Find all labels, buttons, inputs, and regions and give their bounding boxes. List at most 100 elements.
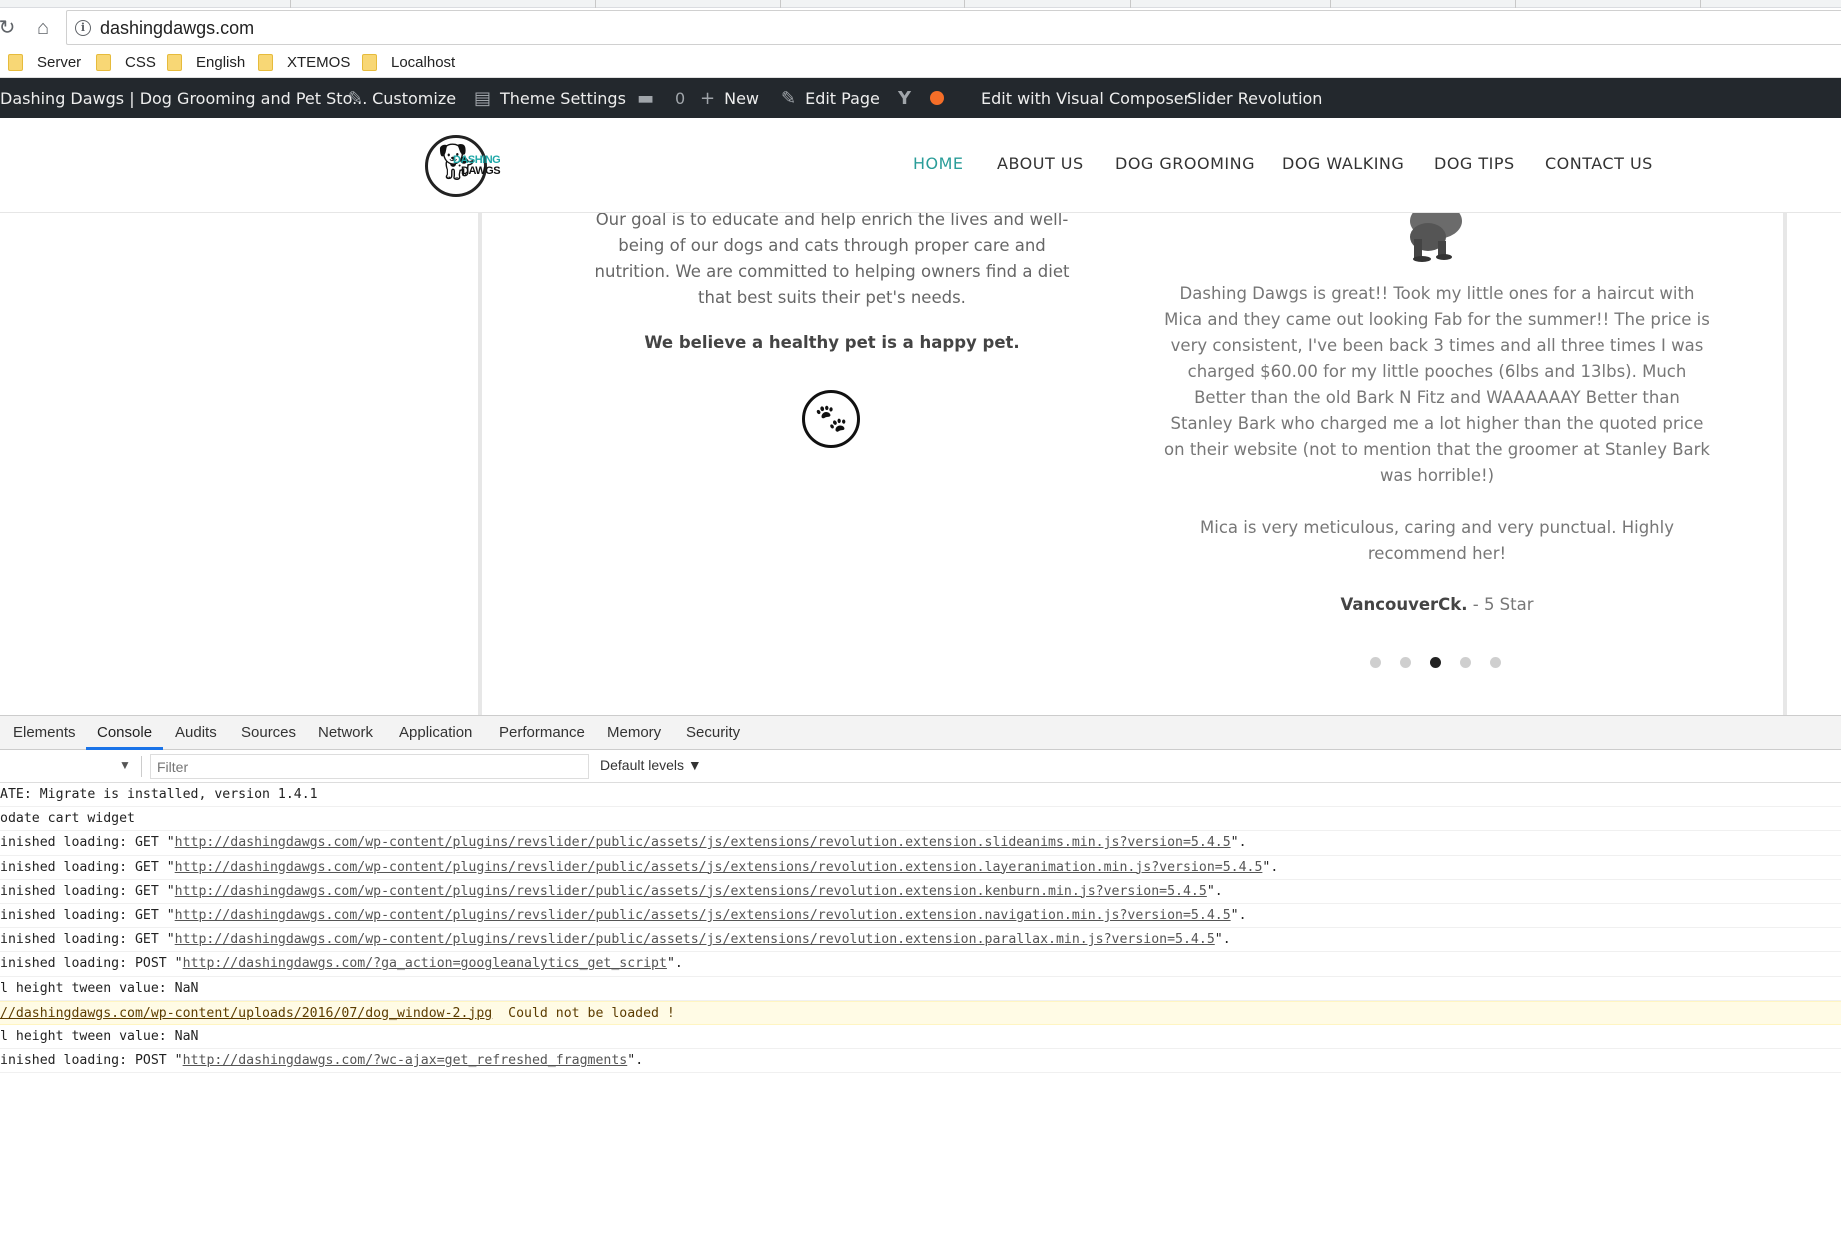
edit-page-label: Edit Page <box>805 88 880 108</box>
tab-security[interactable]: Security <box>686 716 740 750</box>
bookmark-css[interactable]: CSS <box>96 50 156 74</box>
tab-console[interactable]: Console <box>86 716 164 750</box>
console-log-line: inished loading: GET "http://dashingdawg… <box>0 904 1841 929</box>
console-link[interactable]: http://dashingdawgs.com/wp-content/plugi… <box>175 932 1215 947</box>
slider-dot[interactable] <box>1370 657 1381 668</box>
nav-dog-tips[interactable]: DOG TIPS <box>1434 154 1515 173</box>
tab-divider <box>1130 0 1131 8</box>
folder-icon <box>362 53 377 71</box>
folder-icon <box>8 53 23 71</box>
levels-label: Default levels <box>600 757 685 773</box>
console-link[interactable]: http://dashingdawgs.com/wp-content/plugi… <box>175 884 1207 899</box>
site-info-icon[interactable]: i <box>75 20 91 36</box>
pencil-icon: ✎ <box>781 87 797 109</box>
tab-memory[interactable]: Memory <box>607 716 661 750</box>
toolbar-divider <box>141 756 142 777</box>
bookmark-server[interactable]: Server <box>8 50 81 74</box>
console-link[interactable]: http://dashingdawgs.com/?wc-ajax=get_ref… <box>183 1053 628 1068</box>
tab-divider <box>964 0 965 8</box>
console-link[interactable]: http://dashingdawgs.com/?ga_action=googl… <box>183 956 667 971</box>
console-text: ". <box>1214 932 1231 948</box>
bookmark-xtemos[interactable]: XTEMOS <box>258 50 350 74</box>
console-text: inished loading: GET " <box>0 907 175 923</box>
console-text: inished loading: POST " <box>0 956 183 972</box>
admin-edit-page[interactable]: ✎ Edit Page <box>781 78 880 118</box>
tab-divider <box>290 0 291 8</box>
mission-text: Our goal is to educate and help enrich t… <box>594 213 1070 307</box>
tab-sources[interactable]: Sources <box>241 716 296 750</box>
bookmark-english[interactable]: English <box>167 50 245 74</box>
bookmark-label: English <box>196 53 246 71</box>
console-log-line: inished loading: POST "http://dashingdaw… <box>0 1049 1841 1074</box>
seo-status-dot <box>930 91 945 105</box>
page-content: Our goal is to educate and help enrich t… <box>0 213 1841 715</box>
folder-icon <box>258 53 273 71</box>
visual-composer-label: Edit with Visual Composer <box>981 88 1191 108</box>
tab-elements[interactable]: Elements <box>13 716 76 750</box>
admin-new[interactable]: + New <box>700 78 759 118</box>
home-icon[interactable]: ⌂ <box>34 18 52 38</box>
nav-contact-us[interactable]: CONTACT US <box>1545 154 1653 173</box>
console-log-line: l height tween value: NaN <box>0 977 1841 1001</box>
yoast-icon: Y <box>898 87 912 109</box>
tab-audits[interactable]: Audits <box>175 716 217 750</box>
comments-count: 0 <box>675 88 686 108</box>
tab-divider <box>1700 0 1701 8</box>
console-text: ". <box>666 956 683 972</box>
reload-icon[interactable]: ↻ <box>0 18 16 38</box>
admin-slider-revolution[interactable]: Slider Revolution <box>1187 78 1322 118</box>
logo-text: DASHING DAWGS <box>453 155 501 177</box>
admin-theme-settings[interactable]: ▤ Theme Settings <box>474 78 626 118</box>
devtools-tabs: Elements Console Audits Sources Network … <box>0 716 1841 750</box>
folder-icon <box>167 53 182 71</box>
console-link[interactable]: //dashingdawgs.com/wp-content/uploads/20… <box>0 1006 492 1021</box>
believe-text: We believe a healthy pet is a happy pet. <box>644 333 1020 352</box>
tab-divider <box>595 0 596 8</box>
tab-divider <box>780 0 781 8</box>
folder-open-icon: ▤ <box>474 87 492 109</box>
console-filter-input[interactable] <box>150 754 589 779</box>
testimonial-text-2: Mica is very meticulous, caring and very… <box>1200 518 1674 563</box>
slider-dot[interactable] <box>1460 657 1471 668</box>
slider-dot[interactable] <box>1490 657 1501 668</box>
site-logo[interactable]: 🐕︎ DASHING DAWGS <box>425 133 501 199</box>
console-link[interactable]: http://dashingdawgs.com/wp-content/plugi… <box>175 860 1263 875</box>
column-divider <box>1783 213 1787 715</box>
console-link[interactable]: http://dashingdawgs.com/wp-content/plugi… <box>175 835 1231 850</box>
console-link[interactable]: http://dashingdawgs.com/wp-content/plugi… <box>175 908 1231 923</box>
wp-admin-bar: Dashing Dawgs | Dog Grooming and Pet Sto… <box>0 78 1841 118</box>
nav-dog-grooming[interactable]: DOG GROOMING <box>1115 154 1255 173</box>
tab-application[interactable]: Application <box>399 716 472 750</box>
console-text: l height tween value: NaN <box>0 1028 199 1044</box>
console-text: ATE: Migrate is installed, version 1.4.1 <box>0 787 318 802</box>
console-text: ". <box>1262 859 1279 875</box>
address-bar-row: ↻ ⌂ i dashingdawgs.com <box>0 8 1841 48</box>
console-log-line: ATE: Migrate is installed, version 1.4.1 <box>0 783 1841 808</box>
url-input[interactable]: i dashingdawgs.com <box>66 10 1841 45</box>
slider-dot[interactable] <box>1430 657 1441 668</box>
context-dropdown-icon[interactable]: ▼ <box>119 758 131 772</box>
admin-comments[interactable]: ▬ 0 <box>637 78 685 118</box>
console-log-line: inished loading: GET "http://dashingdawg… <box>0 831 1841 856</box>
tab-network[interactable]: Network <box>318 716 373 750</box>
nav-dog-walking[interactable]: DOG WALKING <box>1282 154 1404 173</box>
admin-customize[interactable]: ✎ Customize <box>348 78 456 118</box>
paw-icon: 🐾︎ <box>802 390 860 448</box>
log-levels-dropdown[interactable]: Default levels ▼ <box>600 757 702 773</box>
bookmark-label: Localhost <box>391 53 456 71</box>
plus-icon: + <box>700 87 716 109</box>
console-text: inished loading: POST " <box>0 1053 183 1069</box>
tab-performance[interactable]: Performance <box>499 716 585 750</box>
console-log-line: odate cart widget <box>0 807 1841 832</box>
bookmark-localhost[interactable]: Localhost <box>362 50 455 74</box>
admin-yoast[interactable]: Y <box>898 78 945 118</box>
folder-icon <box>96 53 111 71</box>
slider-dot[interactable] <box>1400 657 1411 668</box>
site-title-label: Dashing Dawgs | Dog Grooming and Pet Sto… <box>0 88 368 108</box>
admin-visual-composer[interactable]: Edit with Visual Composer <box>981 78 1190 118</box>
tab-divider <box>1515 0 1516 8</box>
nav-about-us[interactable]: ABOUT US <box>997 154 1084 173</box>
brush-icon: ✎ <box>348 87 364 109</box>
nav-home[interactable]: HOME <box>913 154 964 173</box>
admin-site-title[interactable]: Dashing Dawgs | Dog Grooming and Pet Sto… <box>0 78 367 118</box>
